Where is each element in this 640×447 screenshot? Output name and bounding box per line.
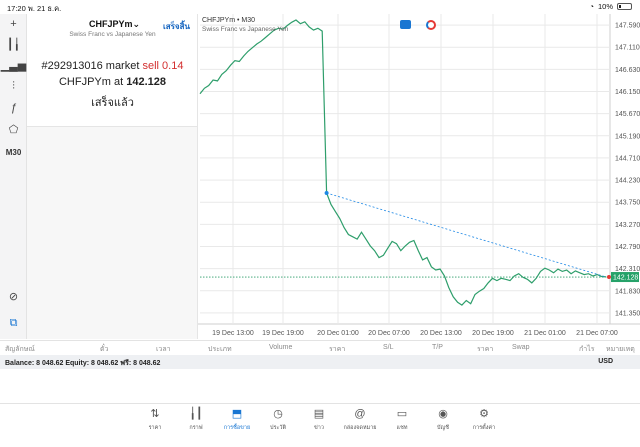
wifi-icon: ◔	[589, 2, 594, 11]
symbol-selector[interactable]: CHFJPYm⌄	[89, 19, 140, 30]
x-tick-label: 19 Dec 19:00	[262, 330, 304, 337]
col-tp[interactable]: T/P	[432, 344, 443, 351]
chart-info-icon[interactable]	[400, 20, 411, 29]
tab-quotes[interactable]: ⇅ ราคา	[135, 408, 175, 432]
symbol-description: Swiss Franc vs Japanese Yen	[69, 31, 156, 38]
y-tick-label: 141.830	[615, 288, 640, 295]
order-result-panel: CHFJPYm⌄ เสร็จสิ้น Swiss Franc vs Japane…	[27, 14, 198, 127]
tab-settings[interactable]: ⚙ การตั้งค่า	[464, 408, 504, 432]
balance-row: Balance: 8 048.62 Equity: 8 048.62 ฟรี: …	[0, 355, 640, 369]
order-summary-line: #292913016 market sell 0.14	[41, 60, 184, 72]
col-ticket[interactable]: ตั๋ว	[100, 344, 108, 355]
trade-toggle-icon[interactable]: ⧉	[0, 317, 27, 330]
status-bar: 17:20 พ. 21 ธ.ค. ◔ 10%	[0, 0, 640, 14]
y-tick-label: 146.150	[615, 89, 640, 96]
tab-trade[interactable]: ⬒ การซื้อขาย	[217, 408, 257, 432]
battery-icon	[617, 3, 632, 10]
order-status: เสร็จแล้ว	[91, 97, 134, 109]
col-profit[interactable]: กำไร	[579, 344, 594, 355]
x-tick-label: 20 Dec 19:00	[472, 330, 514, 337]
chart-mode-icon[interactable]	[426, 20, 436, 30]
trade-table-header: สัญลักษณ์ ตั๋ว เวลา ประเภท Volume ราคา S…	[0, 340, 640, 354]
objects-icon[interactable]: ⬠	[0, 123, 27, 136]
account-icon: ◉	[438, 408, 448, 420]
panel-background	[27, 127, 198, 339]
one-click-trading-icon[interactable]: ⊘	[0, 290, 27, 303]
function-icon[interactable]: ƒ	[0, 102, 27, 114]
chat-icon: ▭	[396, 408, 408, 420]
bottom-tab-bar: ⇅ ราคา ╽┃ กราฟ ⬒ การซื้อขาย ◷ ประวัติ ▤ ข่าว …	[0, 403, 640, 447]
chevron-down-icon: ⌄	[132, 19, 141, 29]
chart-title: CHFJPYm • M30 Swiss Franc vs Japanese Ye…	[202, 17, 289, 33]
mailbox-icon: @	[354, 408, 366, 420]
y-tick-label: 147.110	[615, 45, 640, 52]
y-tick-label: 143.750	[615, 200, 640, 207]
y-tick-label: 143.270	[615, 222, 640, 229]
x-tick-label: 21 Dec 07:00	[576, 330, 618, 337]
col-price[interactable]: ราคา	[329, 344, 345, 355]
history-icon: ◷	[273, 408, 283, 420]
tab-history[interactable]: ◷ ประวัติ	[258, 408, 298, 432]
y-tick-label: 144.710	[615, 155, 640, 162]
timeframe-button[interactable]: M30	[0, 148, 27, 157]
x-tick-label: 20 Dec 13:00	[420, 330, 462, 337]
col-time[interactable]: เวลา	[156, 344, 171, 355]
order-price-line: CHFJPYm at 142.128	[58, 76, 167, 88]
tab-mailbox[interactable]: @ กล่องจดหมาย	[340, 408, 380, 432]
tab-account[interactable]: ◉ บัญชี	[423, 408, 463, 432]
indicators-icon[interactable]: ⫶	[0, 80, 27, 93]
col-current-price[interactable]: ราคา	[477, 344, 493, 355]
x-tick-label: 19 Dec 13:00	[212, 330, 254, 337]
balance-currency: USD	[598, 358, 613, 365]
balance-text: Balance: 8 048.62 Equity: 8 048.62 ฟรี: …	[5, 360, 161, 367]
y-tick-label: 146.630	[615, 67, 640, 74]
status-right: ◔ 10%	[589, 2, 632, 11]
chart-toolbar: + ┃╽ ▁▃▅ ⫶ ƒ ⬠ M30 ⊘ ⧉	[0, 14, 27, 339]
y-tick-label: 145.190	[615, 133, 640, 140]
col-symbol[interactable]: สัญลักษณ์	[5, 344, 35, 355]
y-tick-label: 142.790	[615, 244, 640, 251]
y-tick-label: 147.590	[615, 23, 640, 30]
col-type[interactable]: ประเภท	[208, 344, 232, 355]
tab-chat[interactable]: ▭ แชท	[382, 408, 422, 432]
chart-icon: ╽┃	[189, 408, 203, 420]
candles-icon[interactable]: ┃╽	[0, 38, 27, 51]
trade-icon: ⬒	[231, 408, 243, 420]
y-tick-label: 144.230	[615, 178, 640, 185]
tab-chart[interactable]: ╽┃ กราฟ	[176, 408, 216, 432]
y-tick-label: 145.670	[615, 111, 640, 118]
y-tick-label: 141.350	[615, 310, 640, 317]
col-swap[interactable]: Swap	[512, 344, 530, 351]
col-volume[interactable]: Volume	[269, 344, 292, 351]
x-tick-label: 20 Dec 07:00	[368, 330, 410, 337]
settings-icon: ⚙	[479, 408, 489, 420]
crosshair-icon[interactable]: +	[0, 18, 27, 30]
quotes-icon: ⇅	[150, 408, 160, 420]
news-icon: ▤	[313, 408, 325, 420]
x-tick-label: 20 Dec 01:00	[317, 330, 359, 337]
col-sl[interactable]: S/L	[383, 344, 394, 351]
bar-chart-icon[interactable]: ▁▃▅	[0, 59, 27, 72]
current-price-label: 142.128	[613, 275, 638, 282]
price-chart[interactable]: 147.590 147.110 146.630 146.150 145.670 145.1…	[198, 14, 640, 339]
trade-close-marker	[607, 274, 611, 279]
battery-percent: 10%	[597, 2, 613, 11]
trade-open-marker	[324, 190, 329, 195]
x-tick-label: 21 Dec 01:00	[524, 330, 566, 337]
chart-canvas[interactable]: 147.590 147.110 146.630 146.150 145.670 145.1…	[198, 14, 640, 339]
tab-news[interactable]: ▤ ข่าว	[299, 408, 339, 432]
col-comment[interactable]: หมายเหตุ	[606, 344, 635, 355]
